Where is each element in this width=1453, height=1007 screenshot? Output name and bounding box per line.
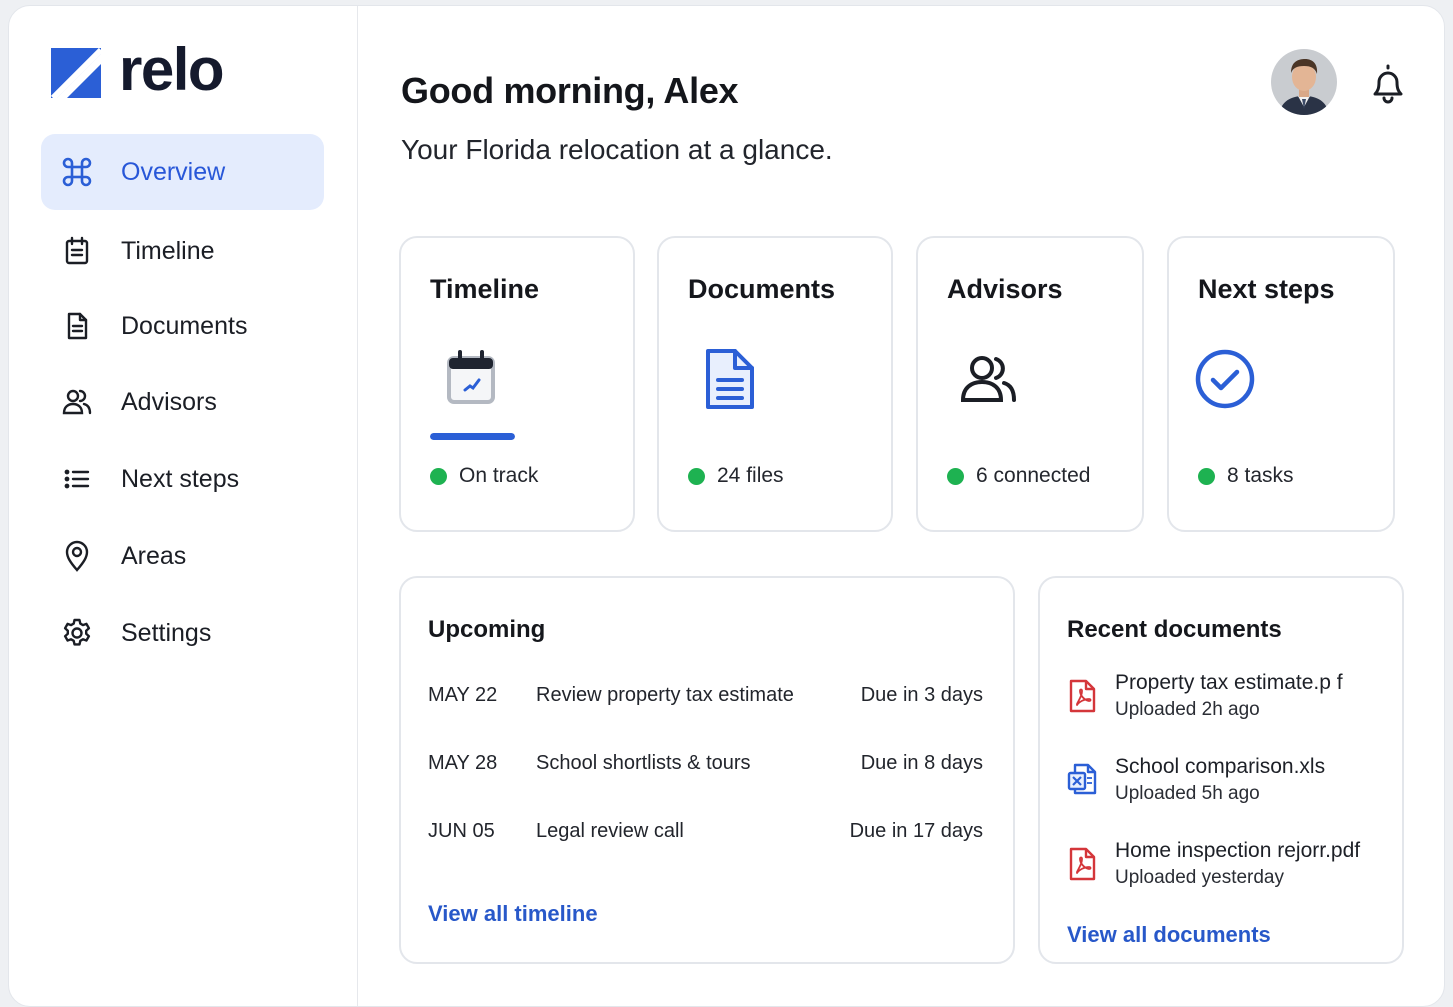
document-row[interactable]: Property tax estimate.p f Uploaded 2h ag… <box>1067 671 1387 727</box>
document-icon <box>706 349 754 409</box>
next-steps-card[interactable]: Next steps 8 tasks <box>1167 236 1395 532</box>
upcoming-due: Due in 8 days <box>860 752 983 774</box>
user-avatar-icon <box>1271 49 1337 115</box>
card-title: Timeline <box>430 274 540 304</box>
upcoming-row[interactable]: MAY 22 Review property tax estimate Due … <box>428 684 983 714</box>
gear-icon <box>61 617 93 649</box>
documents-card[interactable]: Documents 24 files <box>657 236 893 532</box>
upcoming-panel: Upcoming MAY 22 Review property tax esti… <box>399 576 1015 964</box>
page-title: Good morning, Alex <box>401 70 739 111</box>
command-grid-icon <box>61 156 93 188</box>
sidebar-item-advisors[interactable]: Advisors <box>41 364 324 440</box>
sidebar-item-timeline[interactable]: Timeline <box>41 213 324 289</box>
logo-mark-icon <box>51 48 101 98</box>
card-title: Documents <box>688 274 836 304</box>
status-dot <box>947 467 964 485</box>
document-name: School comparison.xls <box>1115 755 1326 778</box>
people-icon <box>960 356 1016 402</box>
pdf-icon <box>1069 847 1096 881</box>
sidebar-item-label: Timeline <box>121 236 215 265</box>
document-time: Uploaded yesterday <box>1115 867 1284 888</box>
document-row[interactable]: Home inspection rejorr.pdf Uploaded yest… <box>1067 839 1387 895</box>
main-content: Good morning, Alex Your Florida relocati… <box>359 6 1444 1006</box>
card-status-text: 24 files <box>717 464 784 487</box>
upcoming-date: JUN 05 <box>428 820 495 842</box>
check-circle-icon <box>1195 349 1255 409</box>
upcoming-row[interactable]: JUN 05 Legal review call Due in 17 days <box>428 820 983 850</box>
sidebar-item-documents[interactable]: Documents <box>41 288 324 364</box>
sidebar-item-label: Areas <box>121 541 187 570</box>
card-status: 6 connected <box>947 464 1090 488</box>
timeline-progress-fill <box>430 433 515 440</box>
timeline-progress-bar <box>430 433 515 440</box>
card-status-text: 8 tasks <box>1227 464 1294 487</box>
document-time: Uploaded 5h ago <box>1115 783 1260 804</box>
document-name: Property tax estimate.p f <box>1115 671 1343 694</box>
document-icon <box>61 310 93 342</box>
upcoming-task: Review property tax estimate <box>536 684 794 706</box>
advisors-card[interactable]: Advisors 6 connected <box>916 236 1144 532</box>
sidebar-item-areas[interactable]: Areas <box>41 518 324 594</box>
upcoming-task: School shortlists & tours <box>536 752 751 774</box>
card-title: Advisors <box>947 274 1063 304</box>
upcoming-due: Due in 17 days <box>849 820 983 842</box>
brand-name: relo <box>119 36 225 103</box>
upcoming-date: MAY 22 <box>428 684 498 706</box>
people-icon <box>61 386 93 418</box>
recent-documents-panel: Recent documents Property tax estimate.p… <box>1038 576 1404 964</box>
sidebar-item-label: Next steps <box>121 464 240 493</box>
view-all-documents-link[interactable]: View all documents <box>1067 922 1271 948</box>
upcoming-date: MAY 28 <box>428 752 498 774</box>
upcoming-row[interactable]: MAY 28 School shortlists & tours Due in … <box>428 752 983 782</box>
status-dot <box>430 467 447 485</box>
sidebar-item-label: Advisors <box>121 387 217 416</box>
sidebar-item-label: Overview <box>121 157 226 186</box>
status-dot <box>688 467 705 485</box>
panel-title: Recent documents <box>1067 616 1282 643</box>
card-title: Next steps <box>1198 274 1335 304</box>
notifications-bell-icon[interactable] <box>1369 62 1407 104</box>
card-status: 8 tasks <box>1198 464 1294 488</box>
sidebar-item-next-steps[interactable]: Next steps <box>41 441 324 517</box>
document-time: Uploaded 2h ago <box>1115 699 1260 720</box>
map-pin-icon <box>61 540 93 572</box>
card-status-text: On track <box>459 464 539 487</box>
sidebar-item-settings[interactable]: Settings <box>41 595 324 671</box>
logo[interactable]: relo <box>51 40 225 100</box>
document-name: Home inspection rejorr.pdf <box>1115 839 1361 862</box>
page-subtitle: Your Florida relocation at a glance. <box>401 134 833 165</box>
panel-title: Upcoming <box>428 616 546 643</box>
card-status-text: 6 connected <box>976 464 1091 487</box>
document-row[interactable]: School comparison.xls Uploaded 5h ago <box>1067 755 1387 811</box>
sidebar-item-label: Settings <box>121 618 212 647</box>
upcoming-due: Due in 3 days <box>860 684 983 706</box>
list-icon <box>61 463 93 495</box>
card-status: On track <box>430 464 538 488</box>
app-window: relo Overview Timeline Documents Advisor… <box>8 5 1445 1007</box>
spreadsheet-icon <box>1067 763 1097 795</box>
pdf-icon <box>1069 679 1096 713</box>
sidebar-item-label: Documents <box>121 311 248 340</box>
sidebar-item-overview[interactable]: Overview <box>41 134 324 210</box>
timeline-card[interactable]: Timeline On track <box>399 236 635 532</box>
status-dot <box>1198 467 1215 485</box>
sidebar: relo Overview Timeline Documents Advisor… <box>9 6 358 1006</box>
calendar-icon <box>447 350 495 404</box>
calendar-list-icon <box>61 235 93 267</box>
upcoming-task: Legal review call <box>536 820 684 842</box>
card-status: 24 files <box>688 464 784 488</box>
avatar[interactable] <box>1271 49 1337 115</box>
view-all-timeline-link[interactable]: View all timeline <box>428 901 598 927</box>
